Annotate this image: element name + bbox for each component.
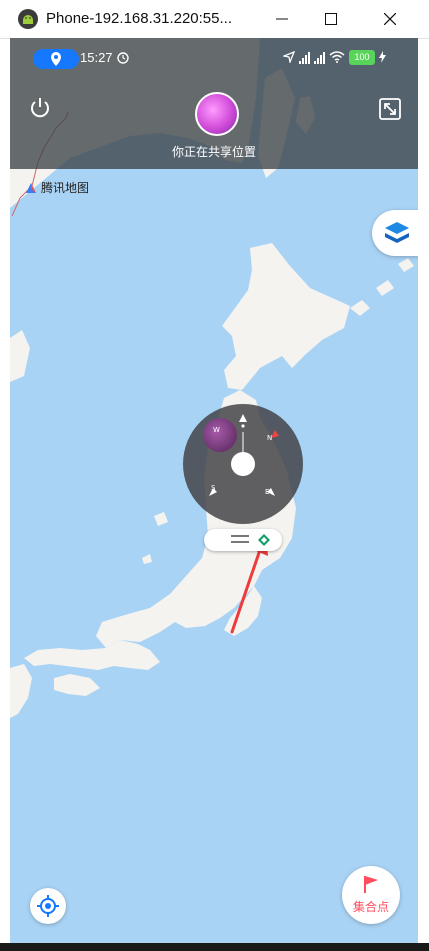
sharing-status-text: 你正在共享位置: [171, 145, 256, 159]
wifi-icon: [329, 51, 345, 63]
window-title: Phone-192.168.31.220:55...: [46, 10, 232, 27]
alarm-icon: [117, 52, 129, 64]
battery-icon: 100: [349, 49, 375, 65]
android-icon: [18, 9, 38, 29]
tencent-map-logo-icon: [26, 182, 36, 193]
signal-icon: [299, 50, 310, 64]
maximize-icon: [325, 13, 337, 25]
rally-point-button[interactable]: 集合点: [342, 866, 400, 924]
layers-button[interactable]: [372, 210, 418, 256]
maximize-button[interactable]: [311, 4, 351, 34]
power-icon[interactable]: [28, 96, 52, 120]
compass-label-s: S: [211, 484, 216, 492]
location-sharing-pill[interactable]: [33, 49, 79, 69]
location-icon: [51, 52, 61, 66]
compass-dial[interactable]: W N S E: [183, 404, 303, 524]
map-brand-label: 腾讯地图: [41, 181, 90, 195]
locate-icon: [37, 895, 59, 917]
close-button[interactable]: [370, 4, 410, 34]
emulator-window: Phone-192.168.31.220:55... 15:27 100 你正在…: [0, 0, 429, 951]
charging-icon: [379, 51, 386, 63]
layers-icon: [385, 222, 409, 243]
map-brand: 腾讯地图: [24, 179, 89, 196]
menu-lines-icon: [231, 535, 249, 547]
status-bar: 15:27 100: [10, 38, 418, 76]
avatar[interactable]: [195, 92, 239, 136]
phone-screen: 15:27 100 你正在共享位置 腾讯地图 W N S E 集合点: [10, 38, 418, 943]
close-icon: [384, 13, 396, 25]
collapse-icon[interactable]: [379, 98, 401, 120]
view-mode-pill[interactable]: [204, 529, 282, 551]
rally-point-label: 集合点: [352, 900, 389, 914]
status-time: 15:27: [80, 50, 113, 65]
compass-label-w: W: [213, 426, 220, 434]
compass-center: [231, 452, 255, 476]
locate-button[interactable]: [30, 888, 66, 924]
window-bottom-border: [0, 943, 429, 951]
signal-icon: [314, 50, 325, 64]
flag-icon: [364, 876, 378, 893]
compass-label-e: E: [265, 488, 270, 496]
minimize-button[interactable]: [262, 4, 302, 34]
status-icons: 100: [283, 49, 386, 65]
compass-avatar: [203, 418, 237, 452]
minimize-icon: [276, 18, 288, 20]
title-bar: Phone-192.168.31.220:55...: [0, 0, 429, 39]
compass-label-n: N: [267, 434, 273, 442]
navigation-arrow-icon: [283, 51, 295, 63]
location-diamond-icon: [258, 534, 270, 546]
